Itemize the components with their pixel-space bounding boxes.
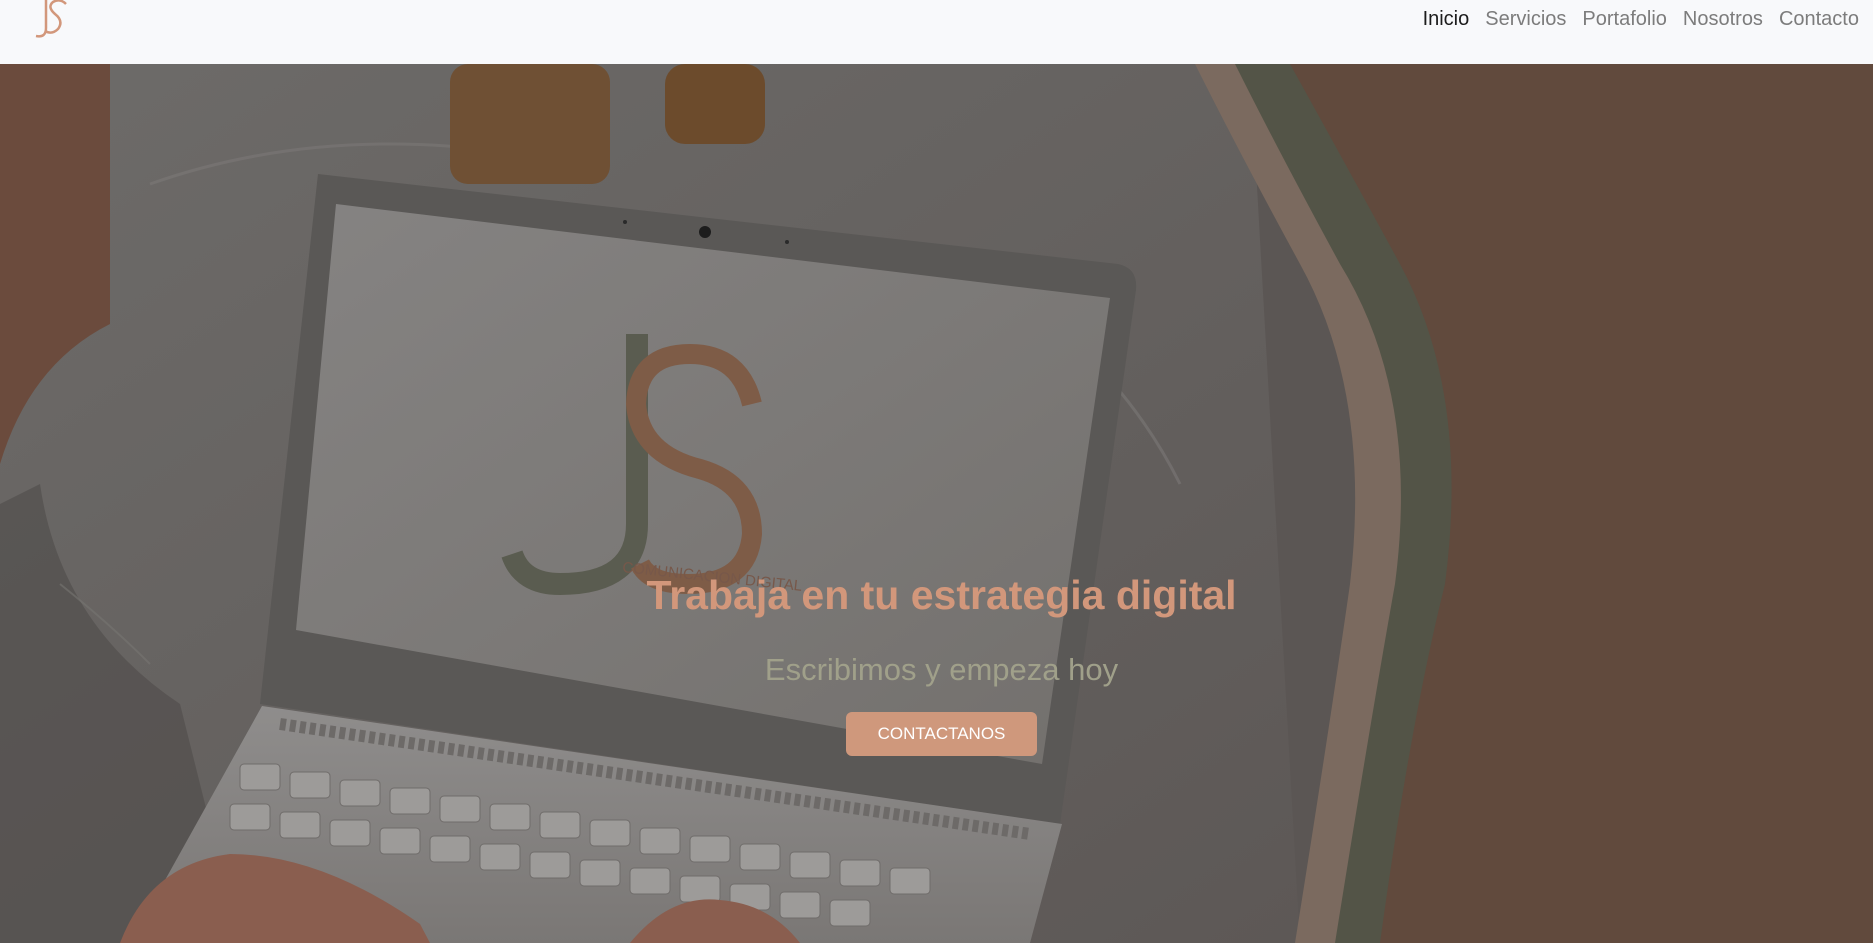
- brand-logo[interactable]: [28, 0, 74, 42]
- navbar: Inicio Servicios Portafolio Nosotros Con…: [0, 0, 1873, 64]
- contact-cta-button[interactable]: CONTACTANOS: [846, 712, 1037, 756]
- hero-background-image: COMUNICACION DIGITAL: [0, 64, 1873, 943]
- hero-section: COMUNICACION DIGITAL Trabaja en tu estra…: [0, 64, 1873, 943]
- nav-link-inicio[interactable]: Inicio: [1423, 8, 1470, 31]
- nav-link-servicios[interactable]: Servicios: [1485, 8, 1566, 31]
- nav-link-contacto[interactable]: Contacto: [1779, 8, 1859, 31]
- hero-title: Trabaja en tu estrategia digital: [646, 572, 1237, 618]
- main-nav: Inicio Servicios Portafolio Nosotros Con…: [1423, 8, 1859, 31]
- hero-subtitle: Escribimos y empeza hoy: [764, 652, 1119, 687]
- nav-link-nosotros[interactable]: Nosotros: [1683, 8, 1763, 31]
- nav-link-portafolio[interactable]: Portafolio: [1582, 8, 1667, 31]
